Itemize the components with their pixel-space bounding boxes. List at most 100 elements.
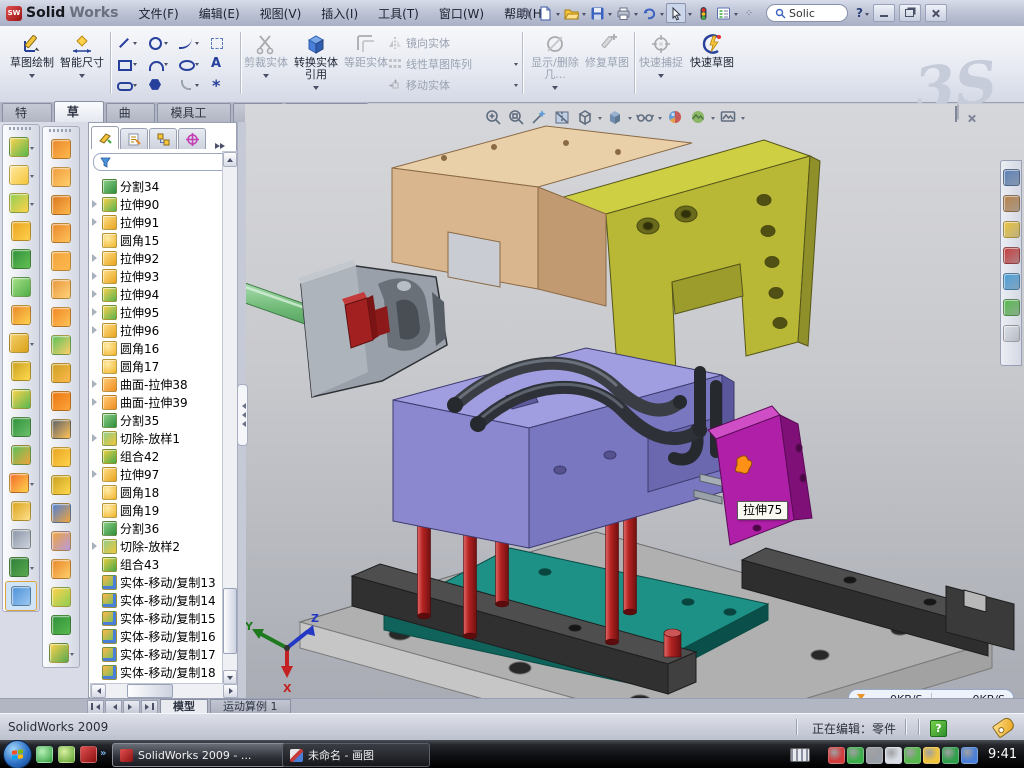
select-tool-icon[interactable] [666, 3, 686, 23]
fold-button[interactable] [43, 247, 79, 275]
minimize-button[interactable] [873, 4, 895, 22]
dropdown-caret-icon[interactable] [70, 653, 74, 658]
instant3d-button[interactable] [5, 581, 37, 611]
expand-arrow-icon[interactable] [91, 200, 99, 208]
taskbar-button-solidworks[interactable]: SolidWorks 2009 - ... [112, 743, 286, 767]
split-bodies-button[interactable] [3, 413, 39, 441]
arc-caret-icon[interactable] [164, 63, 168, 68]
tree-item[interactable]: 圆角17 [91, 357, 223, 375]
feature-manager-tab[interactable] [91, 126, 119, 149]
tray-icon-3[interactable] [866, 747, 883, 764]
dropdown-caret-icon[interactable] [30, 567, 34, 572]
dropdown-caret-icon[interactable] [30, 203, 34, 208]
tree-item[interactable]: 组合43 [91, 555, 223, 573]
ellipse-caret-icon[interactable] [195, 63, 199, 68]
cross-break-button[interactable] [43, 499, 79, 527]
quick-tips-icon[interactable] [930, 720, 947, 737]
tree-item[interactable]: 拉伸96 [91, 321, 223, 339]
prev-tab-icon[interactable] [105, 700, 122, 714]
delete-body-button[interactable] [3, 469, 39, 497]
select-caret-icon[interactable] [688, 13, 692, 18]
tab-sketch[interactable]: 草图 [54, 101, 104, 122]
revolved-boss-button[interactable] [3, 161, 39, 189]
sketch-caret-icon[interactable] [29, 74, 35, 81]
search-box[interactable]: Solic [766, 4, 848, 22]
undo-icon[interactable] [640, 4, 658, 22]
closed-corner-button[interactable] [43, 387, 79, 415]
smart-dimension-button[interactable]: 智能尺寸 [58, 29, 106, 100]
polygon-tool[interactable] [145, 74, 176, 95]
lofted-bend-button[interactable] [43, 527, 79, 555]
next-tab-icon[interactable] [123, 700, 140, 714]
smart-dimension-caret-icon[interactable] [79, 74, 85, 81]
tree-item[interactable]: 曲面-拉伸38 [91, 375, 223, 393]
taskpane-icon-2[interactable] [1003, 195, 1020, 212]
tree-item[interactable]: 切除-放样2 [91, 537, 223, 555]
restore-button[interactable] [899, 4, 921, 22]
magnifying-glass-icon[interactable] [529, 107, 549, 127]
tray-icon-4[interactable] [885, 747, 902, 764]
tree-vscrollbar[interactable] [222, 151, 238, 685]
tree-item[interactable]: 实体-移动/复制18 [91, 663, 223, 681]
scroll-up-icon[interactable] [223, 152, 237, 167]
tree-item[interactable]: 圆角19 [91, 501, 223, 519]
expand-arrow-icon[interactable] [91, 290, 99, 298]
reference-axis-button[interactable] [3, 525, 39, 553]
quicklaunch-messenger-icon[interactable] [36, 746, 53, 763]
rebuild-icon[interactable] [694, 4, 712, 22]
jog-button[interactable] [43, 219, 79, 247]
arc-tool[interactable] [145, 53, 176, 74]
panel-tabs-more-icon[interactable] [215, 143, 228, 149]
rectangle-caret-icon[interactable] [133, 63, 137, 68]
tree-item[interactable]: 拉伸91 [91, 213, 223, 231]
dropdown-caret-icon[interactable] [30, 343, 34, 348]
options-icon[interactable] [714, 4, 732, 22]
helix-curve-button[interactable] [3, 553, 39, 581]
point-tool[interactable] [207, 74, 238, 95]
menu-file[interactable]: 文件(F) [128, 3, 188, 24]
tags-icon[interactable] [992, 716, 1016, 739]
expand-arrow-icon[interactable] [91, 542, 99, 550]
taskpane-icon-4[interactable] [1003, 247, 1020, 264]
tree-item[interactable]: 实体-移动/复制15 [91, 609, 223, 627]
configuration-manager-tab[interactable] [149, 128, 177, 149]
tray-icon-2[interactable] [847, 747, 864, 764]
property-manager-tab[interactable] [120, 128, 148, 149]
edge-flange-button[interactable] [43, 331, 79, 359]
tree-item[interactable]: 实体-移动/复制14 [91, 591, 223, 609]
tree-item[interactable]: 拉伸90 [91, 195, 223, 213]
tree-item[interactable]: 圆角15 [91, 231, 223, 249]
vent-button[interactable] [43, 471, 79, 499]
new-document-icon[interactable] [536, 4, 554, 22]
select-region-tool[interactable] [207, 32, 238, 53]
last-tab-icon[interactable] [141, 700, 158, 714]
open-folder-icon[interactable] [562, 4, 580, 22]
zoom-area-icon[interactable] [506, 107, 526, 127]
tab-motion-study[interactable]: 运动算例 1 [210, 699, 291, 714]
options-caret-icon[interactable] [734, 13, 738, 18]
hem-button[interactable] [43, 191, 79, 219]
dropdown-caret-icon[interactable] [30, 483, 34, 488]
tree-item[interactable]: 拉伸94 [91, 285, 223, 303]
expand-arrow-icon[interactable] [91, 470, 99, 478]
tab-model[interactable]: 模型 [160, 699, 208, 714]
help-icon[interactable]: ? [856, 6, 863, 20]
tree-item[interactable]: 圆角18 [91, 483, 223, 501]
tray-icon-7[interactable] [942, 747, 959, 764]
curve-tool-button[interactable] [43, 639, 79, 667]
menu-window[interactable]: 窗口(W) [429, 3, 494, 24]
panel-splitter[interactable] [237, 122, 246, 698]
menu-view[interactable]: 视图(V) [250, 3, 312, 24]
expand-arrow-icon[interactable] [91, 434, 99, 442]
chamfer-button[interactable] [3, 217, 39, 245]
menu-edit[interactable]: 编辑(E) [189, 3, 250, 24]
tree-item[interactable]: 切除-放样1 [91, 429, 223, 447]
tree-hscrollbar[interactable] [90, 683, 238, 699]
rapid-sketch-button[interactable]: 快速草图 [688, 29, 736, 100]
circle-caret-icon[interactable] [164, 42, 168, 47]
doc-restore-button[interactable] [955, 107, 957, 121]
tree-item[interactable]: 圆角16 [91, 339, 223, 357]
expand-arrow-icon[interactable] [91, 326, 99, 334]
wedge-feature-button[interactable] [3, 273, 39, 301]
box-feature-button[interactable] [3, 245, 39, 273]
